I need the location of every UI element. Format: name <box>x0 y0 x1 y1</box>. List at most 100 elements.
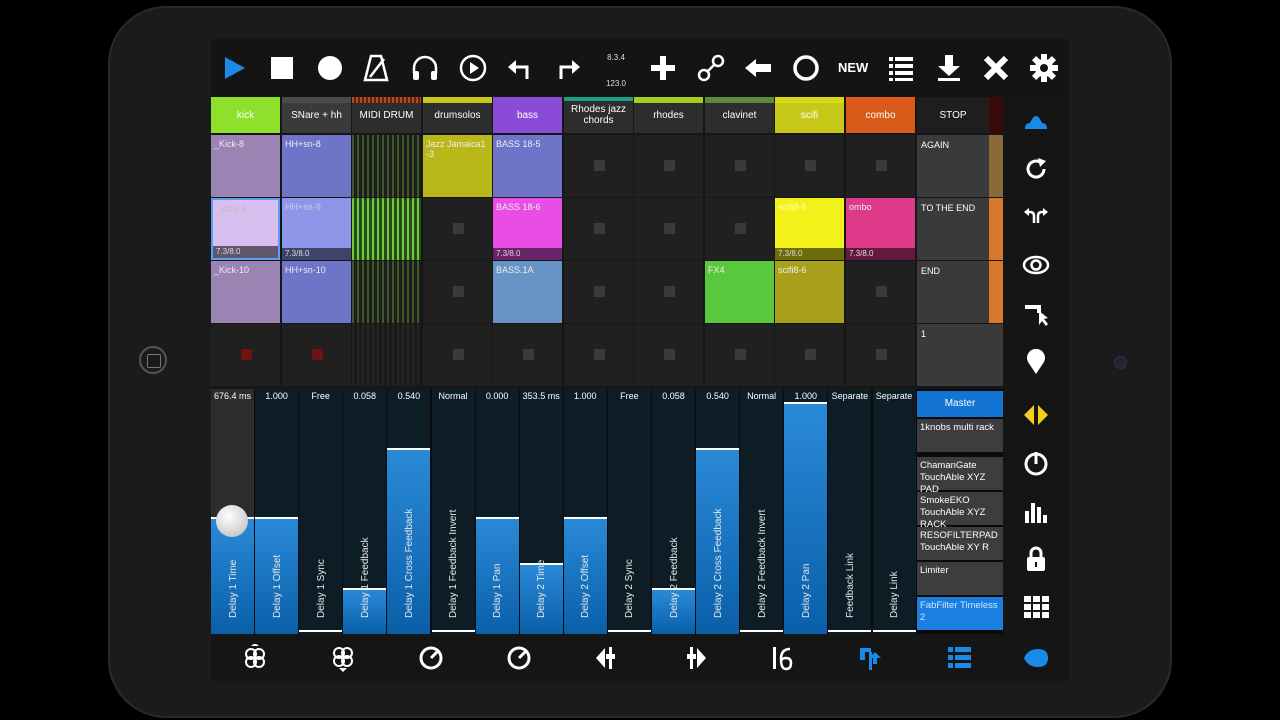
device-item-active[interactable]: FabFilter Timeless 2 <box>917 597 1003 630</box>
param-slider[interactable]: Separate Delay Link <box>872 389 916 634</box>
clip-slot[interactable] <box>846 261 915 323</box>
slider-touch-handle[interactable] <box>216 505 248 537</box>
device-item[interactable]: Limiter <box>917 562 1003 595</box>
clip-slot[interactable] <box>423 261 492 323</box>
list-stack-button[interactable] <box>942 641 976 675</box>
reload-button[interactable] <box>1018 151 1054 187</box>
clip-slot[interactable] <box>775 324 844 386</box>
clip-slot[interactable]: _Kick-10 <box>211 261 280 323</box>
clip-slot[interactable]: FX4 <box>705 261 774 323</box>
param-slider[interactable]: 1.000 Delay 2 Pan <box>784 389 828 634</box>
clip-slot[interactable] <box>846 135 915 197</box>
redo-button[interactable] <box>551 51 585 85</box>
clip-slot-playing[interactable]: _Kick-9 7.3/8.0 <box>211 198 280 260</box>
download-button[interactable] <box>932 51 966 85</box>
track-head-clavinet[interactable]: clavinet <box>705 97 774 133</box>
clip-slot-playing[interactable]: ombo 7.3/8.0 <box>846 198 915 260</box>
clip-slot[interactable] <box>705 324 774 386</box>
clip-slot[interactable] <box>564 324 633 386</box>
clip-slot[interactable] <box>705 135 774 197</box>
clip-slot[interactable] <box>705 198 774 260</box>
cursor-button[interactable] <box>1018 295 1054 331</box>
scene-launch[interactable]: TO THE END <box>917 198 989 260</box>
clip-slot[interactable] <box>564 261 633 323</box>
track-head-rhodes-jazz[interactable]: Rhodes jazz chords <box>564 97 633 133</box>
arrows-button[interactable] <box>1018 397 1054 433</box>
scene-launch[interactable]: AGAIN <box>917 135 989 197</box>
clip-view-button[interactable] <box>1018 103 1054 139</box>
blob-button[interactable] <box>1019 641 1053 675</box>
dial-button[interactable] <box>414 641 448 675</box>
param-slider[interactable]: 676.4 ms Delay 1 Time <box>211 389 254 634</box>
param-slider[interactable]: 0.540 Delay 2 Cross Feedback <box>696 389 740 634</box>
lock-button[interactable] <box>1018 541 1054 577</box>
clip-slot[interactable] <box>634 135 703 197</box>
knot-down-button[interactable] <box>326 641 360 675</box>
clip-slot[interactable] <box>352 324 421 386</box>
device-item[interactable]: SmokeEKO TouchAble XYZ RACK <box>917 492 1003 530</box>
clip-slot[interactable] <box>493 324 562 386</box>
undo-button[interactable] <box>503 51 537 85</box>
clip-slot[interactable]: Jazz Jamaica1 -3 <box>423 135 492 197</box>
swap-button[interactable] <box>1018 199 1054 235</box>
clip-slot[interactable]: BASS.1A <box>493 261 562 323</box>
fader-right-button[interactable] <box>678 641 712 675</box>
track-head-kick[interactable]: kick <box>211 97 280 133</box>
mixer-button[interactable] <box>1018 493 1054 529</box>
close-button[interactable] <box>979 51 1013 85</box>
clip-slot[interactable] <box>423 324 492 386</box>
clip-slot[interactable] <box>846 324 915 386</box>
record-button[interactable] <box>313 51 347 85</box>
device-item[interactable]: RESOFILTERPAD TouchAble XY R <box>917 527 1003 560</box>
clip-slot[interactable] <box>775 135 844 197</box>
param-slider[interactable]: Normal Delay 1 Feedback Invert <box>431 389 475 634</box>
clip-slot-playing[interactable] <box>352 198 421 260</box>
clip-slot[interactable] <box>564 198 633 260</box>
clip-slot[interactable] <box>564 135 633 197</box>
clip-slot[interactable] <box>634 324 703 386</box>
param-slider[interactable]: Separate Feedback Link <box>828 389 872 634</box>
track-head-midi-drum[interactable]: MIDI DRUM <box>352 97 421 133</box>
param-slider[interactable]: 0.540 Delay 1 Cross Feedback <box>387 389 431 634</box>
param-slider[interactable]: 1.000 Delay 1 Offset <box>255 389 299 634</box>
tap-button[interactable] <box>854 641 888 675</box>
track-head-bass[interactable]: bass <box>493 97 562 133</box>
param-slider[interactable]: Normal Delay 2 Feedback Invert <box>740 389 784 634</box>
track-head-rhodes[interactable]: rhodes <box>634 97 703 133</box>
circle-button[interactable] <box>789 51 823 85</box>
power-button[interactable] <box>1018 445 1054 481</box>
stop-button[interactable] <box>265 51 299 85</box>
track-head-combo[interactable]: combo <box>846 97 915 133</box>
clip-slot[interactable] <box>423 198 492 260</box>
stop-all-button[interactable]: STOP <box>917 97 989 133</box>
clip-slot-playing[interactable]: BASS 18-6 7.3/8.0 <box>493 198 562 260</box>
scene-launch[interactable]: END <box>917 261 989 323</box>
back-button[interactable] <box>741 51 775 85</box>
param-slider[interactable]: 0.058 Delay 2 Feedback <box>652 389 695 634</box>
device-item[interactable]: 1knobs multi rack <box>917 419 1003 452</box>
dial-alt-button[interactable] <box>502 641 536 675</box>
device-master[interactable]: Master <box>917 391 1003 417</box>
list-button[interactable] <box>884 51 918 85</box>
clip-slot[interactable] <box>352 261 421 323</box>
headphones-button[interactable] <box>408 51 442 85</box>
param-slider[interactable]: 353.5 ms Delay 2 Time <box>519 389 563 634</box>
clip-slot[interactable] <box>282 324 351 386</box>
view-button[interactable] <box>1018 247 1054 283</box>
metronome-button[interactable] <box>359 51 393 85</box>
track-head-snare[interactable]: SNare + hh <box>282 97 351 133</box>
param-slider[interactable]: 0.000 Delay 1 Pan <box>475 389 519 634</box>
play-button[interactable] <box>217 51 251 85</box>
clip-slot[interactable]: HH+sn-8 <box>282 135 351 197</box>
clip-slot-playing[interactable]: scifi8-5 7.3/8.0 <box>775 198 844 260</box>
clip-slot-playing[interactable]: HH+sn-9 7.3/8.0 <box>282 198 351 260</box>
clip-slot[interactable]: HH+sn-10 <box>282 261 351 323</box>
knot-button[interactable] <box>238 641 272 675</box>
tempo-display[interactable]: 8.3.4 123.0 <box>596 45 636 97</box>
param-slider[interactable]: Free Delay 1 Sync <box>299 389 343 634</box>
param-slider[interactable]: 1.000 Delay 2 Offset <box>563 389 607 634</box>
clip-slot[interactable] <box>634 261 703 323</box>
track-head-scifi[interactable]: scifi <box>775 97 844 133</box>
location-button[interactable] <box>1018 343 1054 379</box>
home-button[interactable] <box>139 346 167 374</box>
